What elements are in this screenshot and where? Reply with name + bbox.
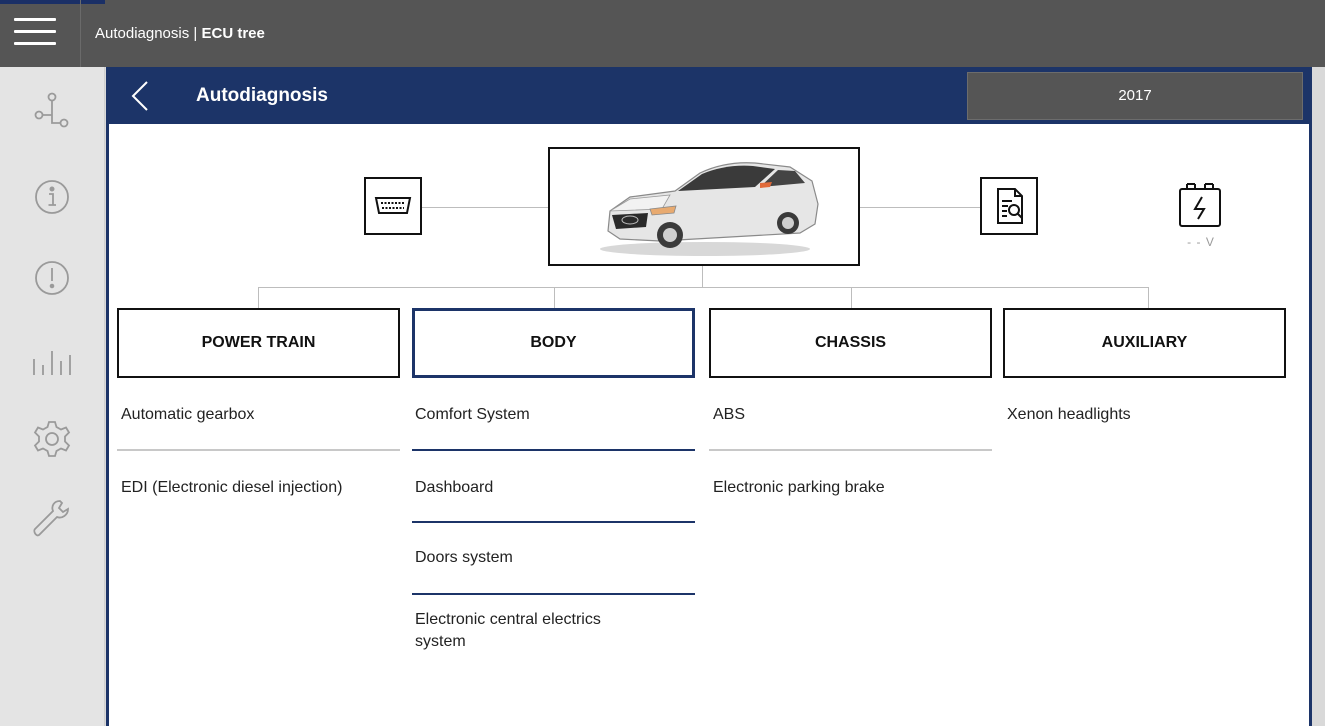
report-search-icon — [997, 188, 1023, 224]
car-icon — [600, 162, 819, 256]
live-data-icon[interactable] — [30, 339, 74, 383]
settings-icon[interactable] — [30, 417, 74, 461]
list-item[interactable]: Xenon headlights — [1007, 404, 1290, 426]
battery-icon — [1179, 183, 1221, 227]
obd-connector-icon — [374, 197, 412, 214]
obd-connector-button[interactable] — [364, 177, 422, 235]
top-bar: Autodiagnosis | ECU tree — [0, 0, 1325, 67]
list-item[interactable]: Doors system — [415, 547, 698, 569]
title-section: Autodiagnosis | — [95, 25, 198, 42]
list-item[interactable]: Dashboard — [415, 477, 698, 499]
voltage-readout: - - V — [1187, 235, 1215, 249]
tree-bar-line — [258, 287, 1148, 288]
category-auxiliary[interactable]: AUXILIARY — [1003, 308, 1286, 378]
panel-header: Autodiagnosis 2017 — [109, 67, 1309, 124]
list-item[interactable]: Electronic central electrics system — [415, 609, 655, 653]
ecu-tree-icon[interactable] — [30, 89, 74, 133]
connector-line — [702, 266, 703, 288]
connector-line — [851, 287, 852, 308]
sidebar — [0, 67, 105, 726]
year-display[interactable]: 2017 — [967, 72, 1303, 120]
list-item[interactable]: Electronic parking brake — [713, 477, 996, 499]
list-divider — [412, 521, 695, 523]
ecu-tree-panel: Autodiagnosis 2017 - - V POWER TRAIN BOD… — [106, 67, 1312, 726]
window-title: Autodiagnosis | ECU tree — [80, 0, 265, 67]
connector-line — [422, 207, 548, 208]
info-icon[interactable] — [30, 175, 74, 219]
hamburger-menu-icon[interactable] — [14, 18, 56, 50]
list-divider — [412, 449, 695, 451]
warning-icon[interactable] — [30, 256, 74, 300]
report-button[interactable] — [980, 177, 1038, 235]
category-power-train[interactable]: POWER TRAIN — [117, 308, 400, 378]
connector-line — [554, 287, 555, 308]
vehicle-image[interactable] — [548, 147, 860, 266]
battery-button[interactable] — [1172, 180, 1228, 230]
connector-line — [1148, 287, 1149, 308]
category-chassis[interactable]: CHASSIS — [709, 308, 992, 378]
title-page: ECU tree — [201, 25, 265, 42]
list-item[interactable]: EDI (Electronic diesel injection) — [121, 477, 404, 499]
wrench-icon[interactable] — [30, 497, 74, 541]
connector-line — [258, 287, 259, 308]
list-divider — [117, 449, 400, 451]
chevron-left-icon[interactable] — [129, 80, 151, 112]
category-body[interactable]: BODY — [412, 308, 695, 378]
connector-line — [860, 207, 980, 208]
list-item[interactable]: Comfort System — [415, 404, 698, 426]
list-item[interactable]: Automatic gearbox — [121, 404, 404, 426]
list-divider — [709, 449, 992, 451]
list-item[interactable]: ABS — [713, 404, 996, 426]
page-title: Autodiagnosis — [196, 85, 328, 106]
list-divider — [412, 593, 695, 595]
